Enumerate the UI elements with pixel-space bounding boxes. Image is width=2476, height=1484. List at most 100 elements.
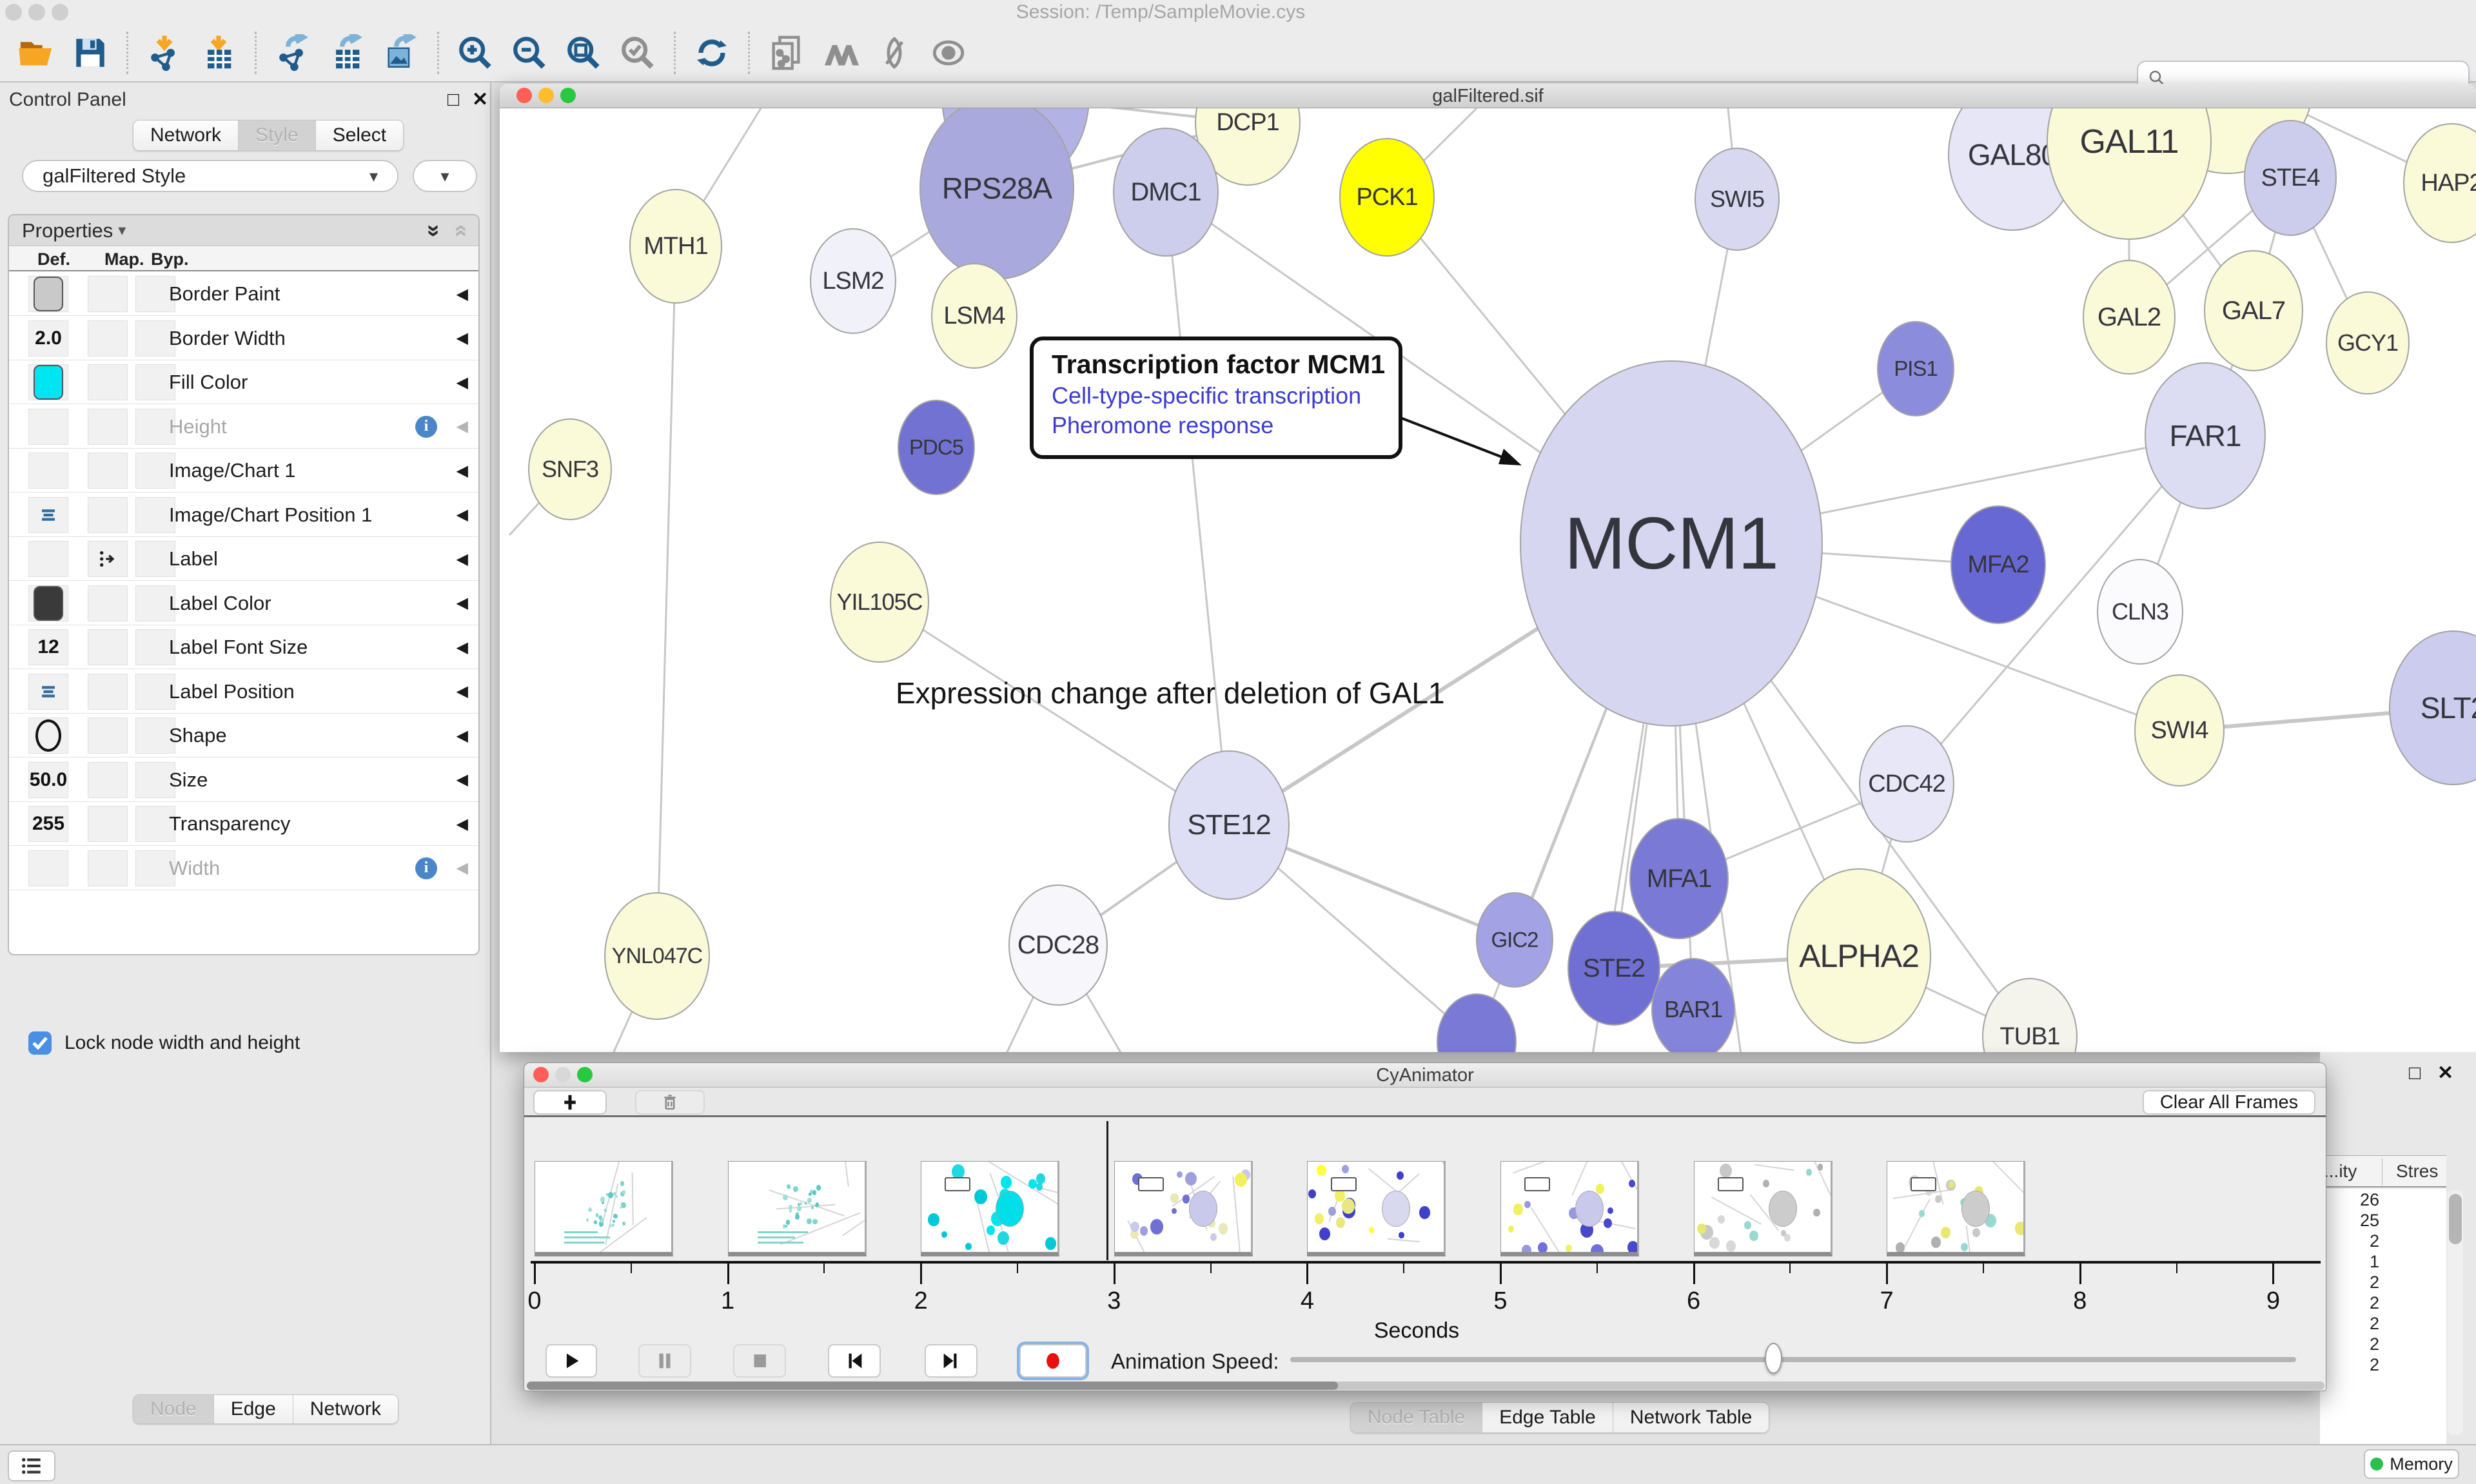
expand-row-icon[interactable]: ◀: [457, 581, 468, 625]
animation-speed-slider[interactable]: [1290, 1357, 2296, 1362]
property-row-shape[interactable]: Shape◀: [9, 714, 478, 757]
properties-header[interactable]: Properties ▾ » »: [9, 215, 478, 246]
style-selector[interactable]: galFiltered Style ▾: [22, 160, 398, 192]
close-panel-icon[interactable]: ✕: [2437, 1064, 2453, 1083]
default-cell[interactable]: 12: [28, 629, 68, 665]
expand-row-icon[interactable]: ◀: [457, 272, 468, 316]
default-cell[interactable]: [28, 364, 68, 400]
property-row-image-chart-position-1[interactable]: Image/Chart Position 1◀: [9, 493, 478, 537]
node-MFA1[interactable]: MFA1: [1629, 818, 1729, 939]
node-SWI5[interactable]: SWI5: [1695, 148, 1780, 251]
refresh-icon[interactable]: [691, 32, 732, 73]
node-STE2[interactable]: STE2: [1567, 911, 1660, 1026]
style-options-button[interactable]: ▾: [413, 160, 477, 192]
tab-node[interactable]: Node: [133, 1395, 214, 1423]
node-DMC1[interactable]: DMC1: [1113, 128, 1219, 257]
open-folder-icon[interactable]: [15, 32, 57, 73]
node-LSM2[interactable]: LSM2: [810, 228, 896, 334]
property-row-height[interactable]: Heighti◀: [9, 405, 478, 449]
mapping-cell[interactable]: [88, 850, 128, 886]
maximize-window-icon[interactable]: [52, 4, 68, 21]
timeline-frame-4[interactable]: [1307, 1161, 1446, 1256]
export-network-icon[interactable]: [272, 32, 313, 73]
tab-select[interactable]: Select: [316, 121, 403, 150]
import-table-icon[interactable]: [198, 32, 239, 73]
default-cell[interactable]: [28, 276, 68, 312]
expand-row-icon[interactable]: ◀: [457, 537, 468, 581]
default-cell[interactable]: [28, 409, 68, 445]
timeline-playhead[interactable]: [1106, 1121, 1108, 1260]
timeline-frame-1[interactable]: [728, 1161, 867, 1256]
default-cell[interactable]: [28, 585, 68, 621]
property-row-transparency[interactable]: 255Transparency◀: [9, 802, 478, 846]
mapping-cell[interactable]: [88, 453, 128, 489]
expand-row-icon[interactable]: ◀: [457, 317, 468, 360]
property-row-label-font-size[interactable]: 12Label Font Size◀: [9, 625, 478, 669]
column-header[interactable]: Stres: [2396, 1161, 2438, 1182]
timeline-frame-2[interactable]: [921, 1161, 1059, 1256]
float-panel-icon[interactable]: □: [447, 90, 459, 110]
node-BAR1[interactable]: BAR1: [1651, 958, 1735, 1052]
annotation-box[interactable]: Transcription factor MCM1 Cell-type-spec…: [1030, 337, 1402, 459]
node-GIC2[interactable]: GIC2: [1476, 892, 1553, 988]
node-SNF3[interactable]: SNF3: [528, 418, 612, 520]
tab-style[interactable]: Style: [239, 121, 316, 150]
default-cell[interactable]: [28, 718, 68, 754]
mapping-cell[interactable]: [88, 674, 128, 710]
expand-row-icon[interactable]: ◀: [457, 493, 468, 537]
tab-network-table[interactable]: Network Table: [1613, 1403, 1769, 1432]
expand-row-icon[interactable]: ◀: [457, 360, 468, 404]
node-PIS1[interactable]: PIS1: [1877, 321, 1954, 416]
float-panel-icon[interactable]: □: [2409, 1064, 2421, 1083]
zoom-selected-icon[interactable]: [617, 32, 658, 73]
lock-size-checkbox[interactable]: [28, 1031, 52, 1055]
default-cell[interactable]: [28, 541, 68, 577]
node-PDC5[interactable]: PDC5: [898, 400, 975, 495]
cyanimator-scrollbar[interactable]: [527, 1381, 2324, 1390]
mapping-cell[interactable]: [88, 718, 128, 754]
timeline-frame-7[interactable]: [1887, 1161, 2025, 1256]
timeline-frame-5[interactable]: [1500, 1161, 1639, 1256]
stop-button[interactable]: [733, 1344, 786, 1378]
record-button[interactable]: [1019, 1344, 1086, 1378]
node-CLN3[interactable]: CLN3: [2097, 559, 2183, 665]
property-row-border-width[interactable]: 2.0Border Width◀: [9, 317, 478, 360]
mapping-cell[interactable]: [88, 541, 128, 577]
eye-icon[interactable]: [928, 32, 969, 73]
expand-all-icon[interactable]: »: [421, 224, 448, 237]
skip-start-button[interactable]: [828, 1344, 881, 1378]
clone-network-icon[interactable]: [765, 32, 807, 73]
mapping-cell[interactable]: [88, 364, 128, 400]
node-GAL2[interactable]: GAL2: [2083, 260, 2176, 375]
node-CDC42[interactable]: CDC42: [1859, 725, 1954, 843]
node-PCK1[interactable]: PCK1: [1339, 138, 1435, 257]
scrollbar-thumb[interactable]: [527, 1381, 1338, 1390]
property-row-size[interactable]: 50.0Size◀: [9, 758, 478, 802]
expand-row-icon[interactable]: ◀: [457, 846, 468, 890]
network-window-titlebar[interactable]: galFiltered.sif: [500, 84, 2476, 108]
expand-row-icon[interactable]: ◀: [457, 670, 468, 714]
timeline-frame-3[interactable]: [1114, 1161, 1253, 1256]
close-window-icon[interactable]: [5, 4, 22, 21]
property-row-image-chart-1[interactable]: Image/Chart 1◀: [9, 449, 478, 493]
tab-node-table[interactable]: Node Table: [1351, 1403, 1482, 1432]
export-image-icon[interactable]: [380, 32, 422, 73]
node-GAL7[interactable]: GAL7: [2204, 250, 2303, 371]
show-panels-button[interactable]: [8, 1450, 55, 1481]
pause-button[interactable]: [638, 1344, 691, 1378]
network-canvas[interactable]: DCP1RPS28ADMC1PCK1SWI5GAL80GAL11STE4HAP2…: [500, 108, 2476, 1052]
export-table-icon[interactable]: [326, 32, 368, 73]
expand-row-icon[interactable]: ◀: [457, 449, 468, 493]
expand-row-icon[interactable]: ◀: [457, 758, 468, 802]
zoom-in-icon[interactable]: [455, 32, 496, 73]
property-row-width[interactable]: Widthi◀: [9, 846, 478, 890]
info-icon[interactable]: i: [415, 416, 437, 438]
mapping-cell[interactable]: [88, 762, 128, 798]
skip-end-button[interactable]: [925, 1344, 978, 1378]
node-MFA2[interactable]: MFA2: [1950, 505, 2046, 624]
timeline-frame-0[interactable]: [535, 1161, 673, 1256]
mapping-cell[interactable]: [88, 276, 128, 312]
node-GCY1[interactable]: GCY1: [2326, 291, 2410, 395]
zoom-out-icon[interactable]: [509, 32, 550, 73]
node-MCM1[interactable]: MCM1: [1520, 360, 1823, 727]
